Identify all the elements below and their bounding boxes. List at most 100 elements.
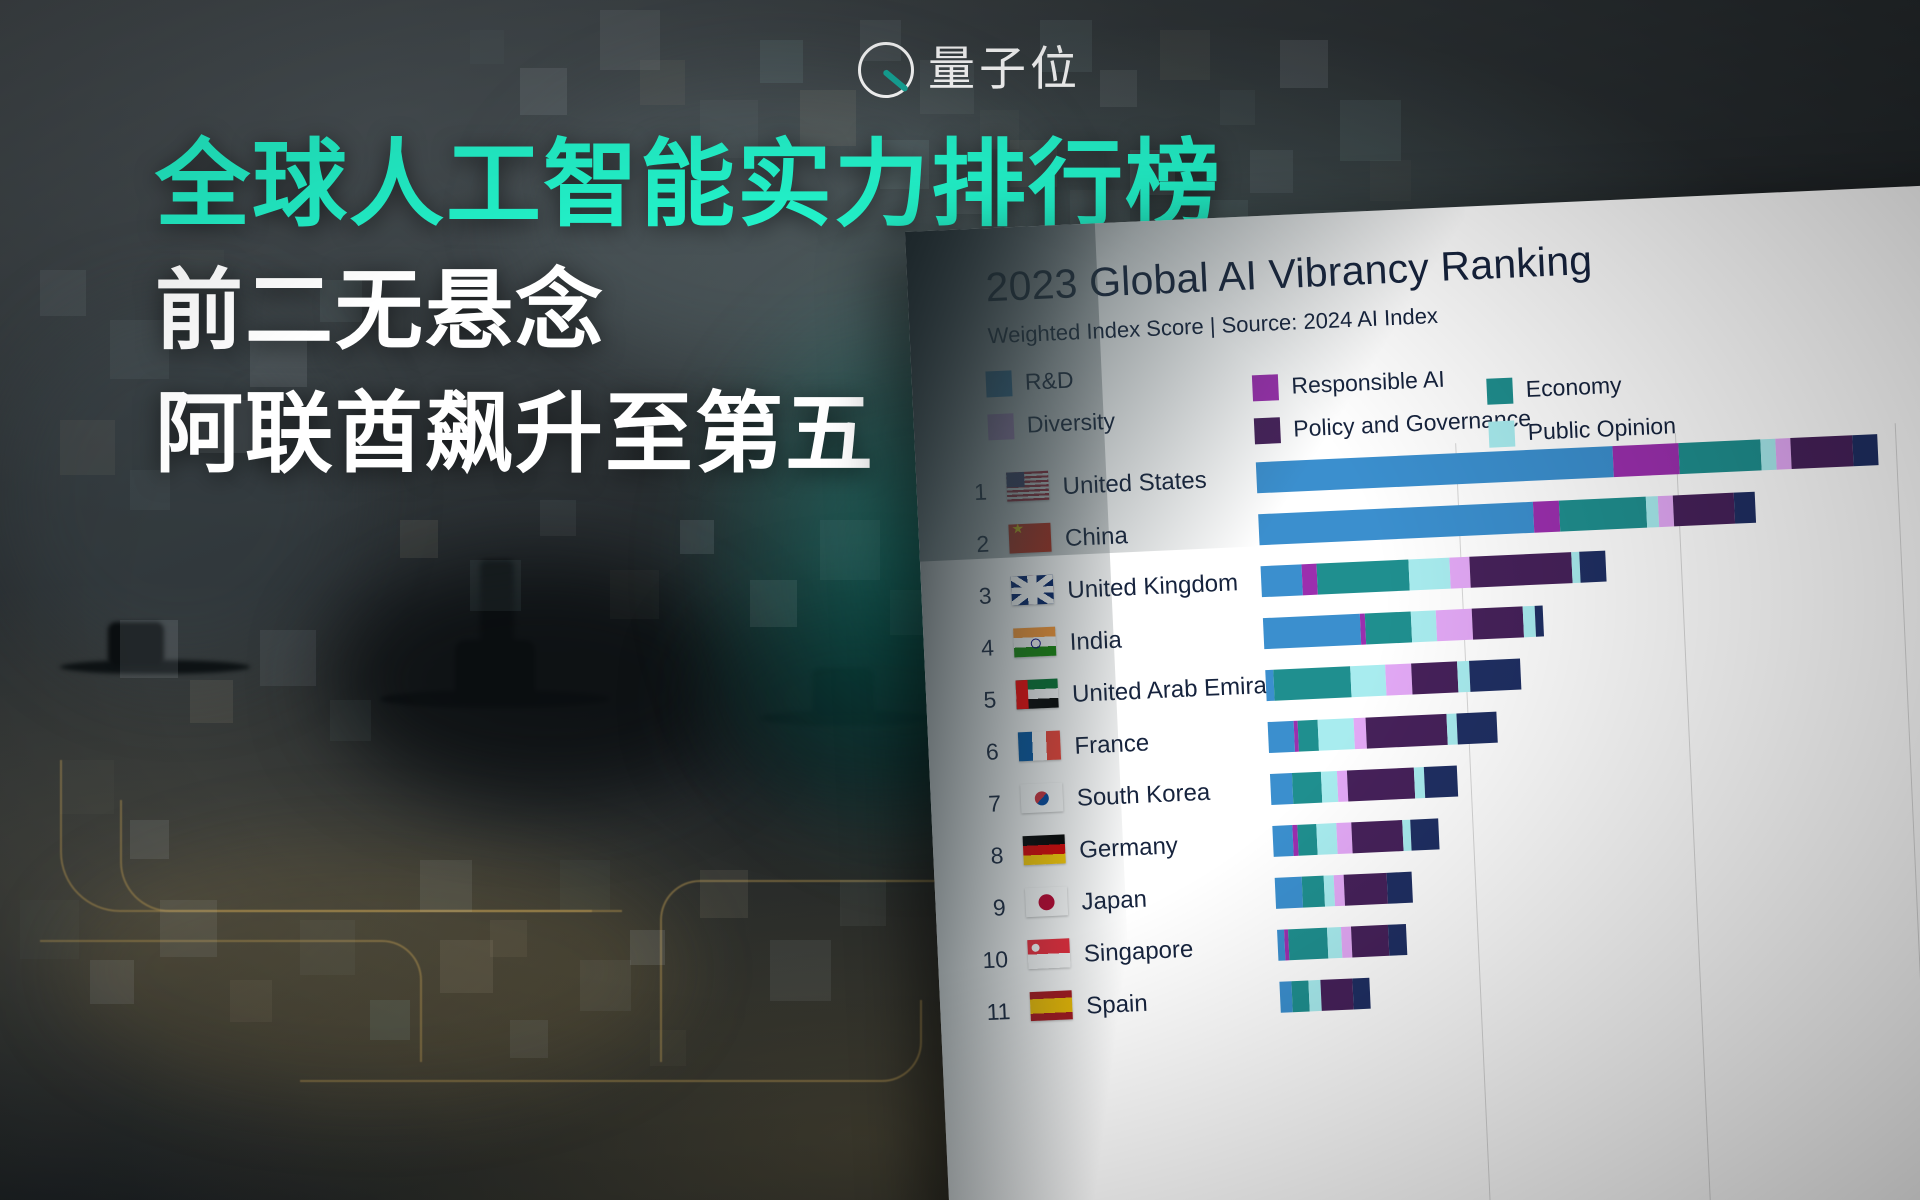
bar-segment (1386, 871, 1413, 904)
bar-segment (1558, 496, 1647, 532)
legend-swatch-icon (1251, 373, 1279, 401)
bar-segment (1678, 439, 1762, 475)
legend-column: R&D Diversity (985, 365, 1116, 457)
bar-segment (1409, 818, 1440, 851)
bar-segment (1258, 501, 1535, 546)
rank-number: 9 (992, 894, 1007, 921)
legend-label: Economy (1525, 371, 1623, 402)
bar-segment (1352, 977, 1371, 1010)
bar-segment (1317, 718, 1355, 751)
stacked-bar[interactable] (1279, 977, 1371, 1013)
bar-segment (1273, 666, 1352, 701)
bar-segment (1388, 923, 1408, 956)
bar-segment (1469, 658, 1522, 692)
rank-number: 1 (973, 478, 988, 506)
bar-segment (1364, 611, 1413, 645)
flag-icon-kr (1020, 782, 1064, 814)
bar-segment (1255, 446, 1614, 494)
rank-number: 8 (989, 842, 1004, 869)
flag-icon-jp (1024, 886, 1069, 918)
country-label: Japan (1080, 885, 1148, 916)
bar-segment (1301, 563, 1318, 596)
rank-number: 10 (981, 946, 1009, 974)
legend-swatch-icon (1486, 377, 1514, 405)
country-label: India (1069, 626, 1123, 656)
stacked-bar[interactable] (1265, 658, 1522, 702)
rank-number: 7 (987, 790, 1002, 817)
bar-segment (1365, 713, 1449, 749)
rank-number: 11 (985, 998, 1012, 1026)
bar-segment (1288, 927, 1329, 961)
country-label: Germany (1078, 832, 1179, 864)
bar-segment (1436, 608, 1474, 642)
flag-icon-es (1029, 990, 1073, 1022)
bar-segment (1316, 823, 1338, 855)
bar-segment (1274, 876, 1303, 909)
bar-segment (1469, 552, 1573, 588)
rank-number: 3 (978, 582, 993, 610)
legend-swatch-icon (987, 412, 1015, 440)
chart-rows: 1 United States 2 China 3 United Kingdom 4 Indi… (916, 417, 1920, 1039)
flag-icon-ae (1015, 678, 1059, 710)
bar-segment (1350, 820, 1404, 854)
legend-item[interactable]: R&D (985, 365, 1113, 398)
flag-icon-cn (1008, 522, 1052, 554)
circuit-trace (40, 940, 422, 1062)
rank-number: 4 (980, 634, 995, 661)
country-label: China (1064, 522, 1129, 553)
legend-label: Diversity (1026, 407, 1116, 438)
country-label: South Korea (1076, 778, 1211, 812)
bar-segment (1790, 435, 1854, 470)
stacked-bar[interactable] (1272, 818, 1440, 857)
country-label: United States (1062, 466, 1208, 501)
country-label: United Kingdom (1066, 569, 1239, 604)
circuit-trace (120, 800, 592, 912)
bar-segment (1410, 661, 1459, 695)
brand-name: 量子位 (928, 41, 1081, 95)
bar-segment (1297, 823, 1318, 856)
flag-icon-de (1022, 834, 1066, 866)
bar-segment (1385, 663, 1413, 696)
bar-segment (1579, 550, 1607, 583)
q-circle-logo-icon (858, 42, 914, 98)
stacked-bar[interactable] (1277, 923, 1408, 961)
bar-segment (1347, 767, 1416, 802)
stacked-bar[interactable] (1269, 765, 1458, 805)
bar-segment (1408, 557, 1451, 591)
bar-segment (1349, 664, 1387, 698)
poster-canvas: 量子位 全球人工智能实力排行榜 前二无悬念 阿联酋飙升至第五 2023 Glob… (0, 0, 1920, 1200)
stacked-bar[interactable] (1267, 711, 1499, 754)
rank-number: 6 (985, 738, 1000, 765)
bar-segment (1262, 613, 1362, 650)
bar-segment (1456, 711, 1499, 745)
bar-segment (1423, 765, 1458, 798)
rank-number: 2 (975, 530, 990, 558)
bar-segment (1316, 559, 1410, 595)
bar-segment (1449, 556, 1471, 589)
legend-swatch-icon (985, 369, 1013, 397)
chart-title: 2023 Global AI Vibrancy Ranking (984, 236, 1594, 311)
legend-swatch-icon (1253, 416, 1281, 444)
bar-segment (1612, 443, 1681, 478)
bar-segment (1351, 924, 1390, 958)
bar-segment (1471, 606, 1525, 640)
bar-segment (1336, 822, 1353, 855)
bar-segment (1291, 980, 1310, 1013)
country-label: Singapore (1083, 935, 1194, 968)
stacked-bar[interactable] (1262, 605, 1545, 650)
bar-segment (1775, 438, 1793, 470)
bar-segment (1410, 610, 1438, 643)
bar-segment (1343, 872, 1389, 906)
bar-segment (1733, 491, 1756, 524)
bar-segment (1272, 825, 1295, 857)
chess-piece-shape (108, 622, 164, 666)
bar-segment (1301, 875, 1325, 908)
stacked-bar[interactable] (1260, 550, 1607, 598)
legend-label: R&D (1024, 366, 1075, 395)
flag-icon-uk (1010, 574, 1055, 606)
legend-item[interactable]: Diversity (987, 407, 1116, 441)
bar-segment (1297, 719, 1319, 752)
flag-icon-us (1006, 470, 1050, 502)
stacked-bar[interactable] (1274, 871, 1413, 909)
brand-logo: 量子位 (858, 42, 1081, 98)
